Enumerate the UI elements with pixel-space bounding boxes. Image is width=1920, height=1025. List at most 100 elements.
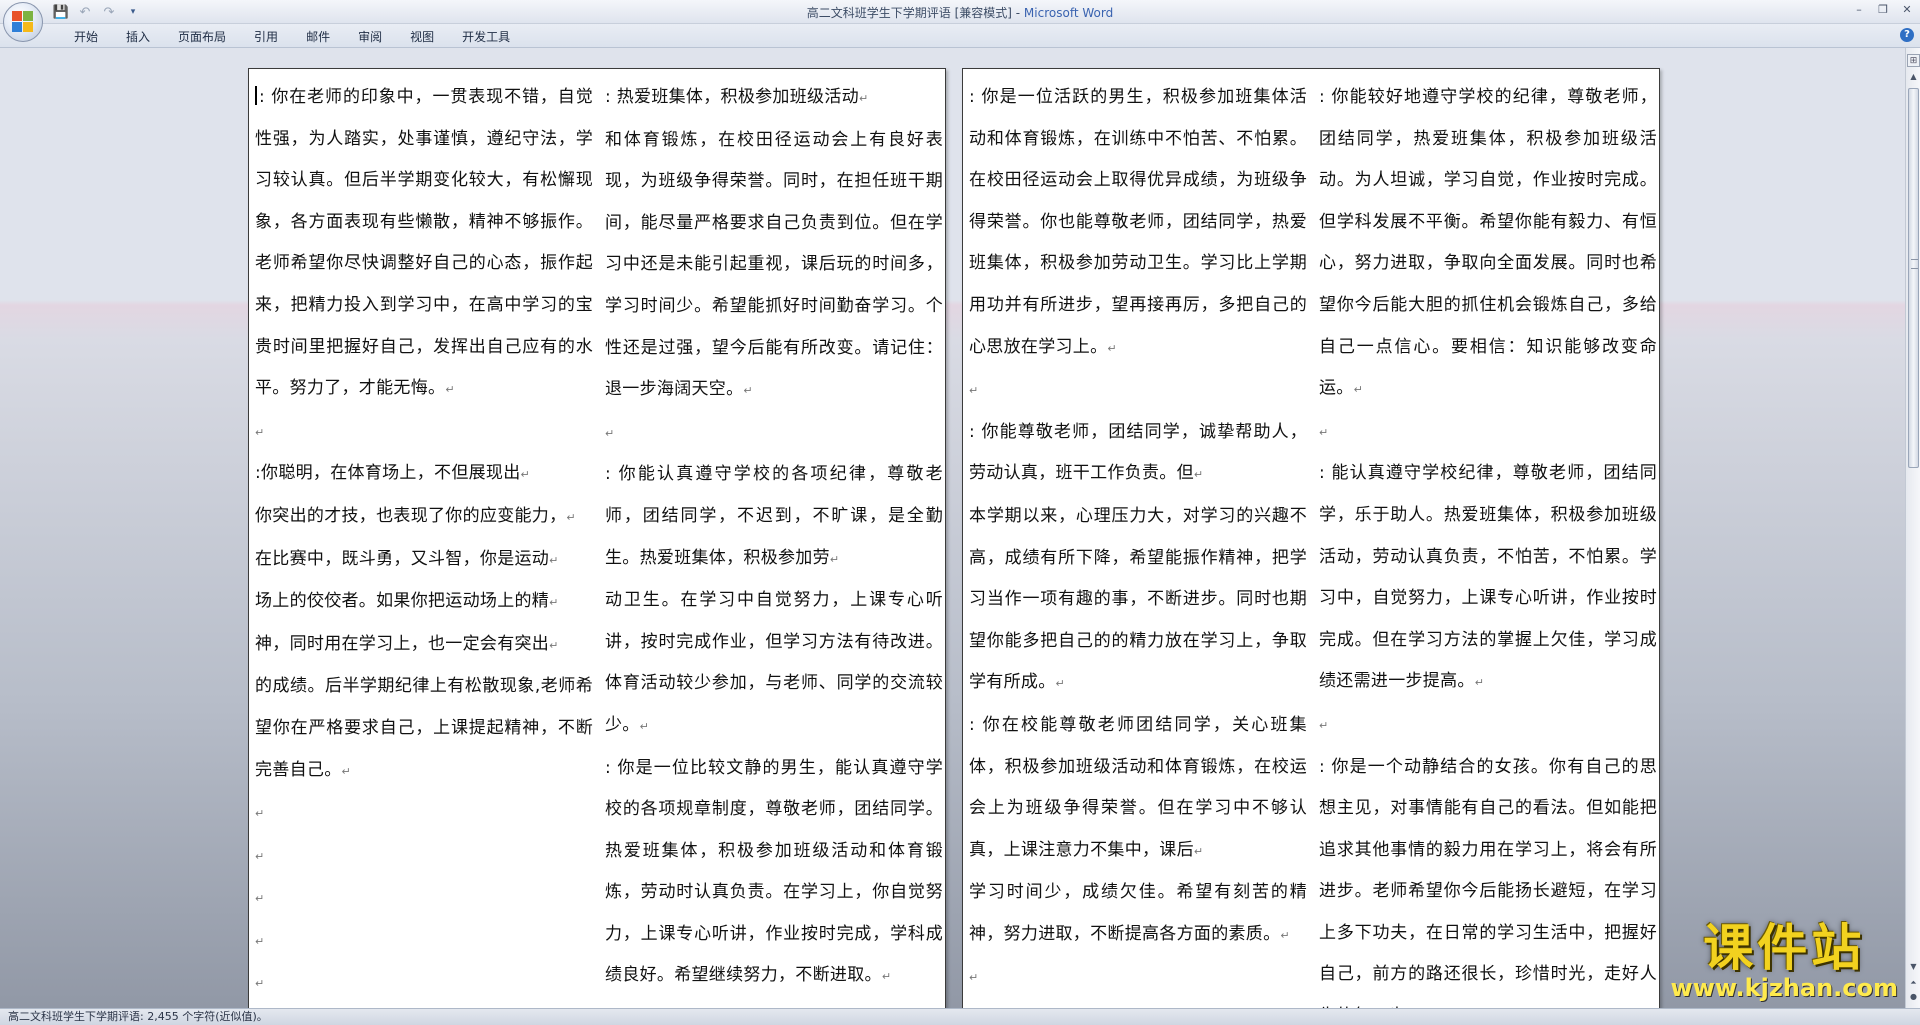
tab-home[interactable]: 开始 — [60, 28, 112, 46]
paragraph[interactable]: : 能认真遵守学校纪律，尊敬老师，团结同学，乐于助人。热爱班集体，积极参加班级活… — [1319, 453, 1657, 704]
paragraph[interactable]: :你聪明，在体育场上，不但展现出↵ — [255, 453, 593, 496]
paragraph-mark-icon: ↵ — [1193, 844, 1204, 858]
page1-column-1[interactable]: : 你在老师的印象中，一贯表现不错，自觉性强，为人踏实，处事谨慎，遵纪守法，学习… — [255, 77, 593, 1005]
previous-page-icon[interactable]: ⏶ — [1907, 976, 1920, 990]
paragraph-mark-icon: ↵ — [255, 807, 265, 821]
paragraph[interactable]: ↵ — [255, 835, 593, 878]
minimize-button[interactable]: – — [1850, 2, 1868, 18]
ribbon-tabs: 开始 插入 页面布局 引用 邮件 审阅 视图 开发工具 — [60, 28, 524, 46]
paragraph[interactable]: : 你能较好地遵守学校的纪律，尊敬老师，团结同学，热爱班集体，积极参加班级活动。… — [1319, 77, 1657, 411]
document-page-1[interactable]: : 你在老师的印象中，一贯表现不错，自觉性强，为人踏实，处事谨慎，遵纪守法，学习… — [248, 68, 946, 1008]
paragraph[interactable]: ↵ — [255, 411, 593, 454]
tab-insert[interactable]: 插入 — [112, 28, 164, 46]
paragraph-mark-icon: ↵ — [255, 425, 265, 439]
help-icon[interactable]: ? — [1900, 28, 1914, 42]
paragraph-text: 本学期以来，心理压力大，对学习的兴趣不高，成绩有所下降，希望能振作精神，把学习当… — [969, 505, 1307, 693]
paragraph[interactable]: 和体育锻炼，在校田径运动会上有良好表现，为班级争得荣誉。同时，在担任班干期间，能… — [605, 120, 943, 412]
paragraph-text: 在比赛中，既斗勇，又斗智，你是运动 — [255, 548, 550, 569]
close-button[interactable]: ✕ — [1898, 2, 1916, 18]
tab-page-layout[interactable]: 页面布局 — [164, 28, 240, 46]
paragraph[interactable]: 神，同时用在学习上，也一定会有突出↵ — [255, 624, 593, 667]
office-button[interactable] — [3, 2, 43, 42]
tab-references[interactable]: 引用 — [240, 28, 292, 46]
window-title: 高二文科班学生下学期评语 [兼容模式] - Microsoft Word — [0, 4, 1920, 21]
paragraph[interactable]: ↵ — [255, 877, 593, 920]
paragraph[interactable]: ↵ — [1319, 704, 1657, 747]
paragraph[interactable]: 的成绩。后半学期纪律上有松散现象,老师希望你在严格要求自己，上课提起精神，不断完… — [255, 666, 593, 792]
paragraph-mark-icon: ↵ — [1319, 718, 1329, 732]
paragraph[interactable]: ↵ — [1319, 411, 1657, 454]
paragraph[interactable]: ↵ — [255, 920, 593, 963]
paragraph-text: : 热爱班集体，积极参加班级活动 — [605, 87, 859, 107]
paragraph[interactable]: 场上的佼佼者。如果你把运动场上的精↵ — [255, 581, 593, 624]
paragraph[interactable]: 动卫生。在学习中自觉努力，上课专心听讲，按时完成作业，但学习方法有待改进。体育活… — [605, 580, 943, 747]
paragraph-text: : 你在校能尊敬老师团结同学，关心班集体，积极参加班级活动和体育锻炼，在校运会上… — [969, 714, 1307, 860]
tab-view[interactable]: 视图 — [396, 28, 448, 46]
paragraph-mark-icon: ↵ — [566, 510, 576, 524]
paragraph-text: : 你是一位比较文静的男生，能认真遵守学校的各项规章制度，尊敬老师，团结同学。热… — [605, 757, 943, 986]
scroll-up-icon[interactable]: ▲ — [1907, 70, 1920, 84]
paragraph-mark-icon: ↵ — [341, 764, 352, 778]
paragraph[interactable]: 本学期以来，心理压力大，对学习的兴趣不高，成绩有所下降，希望能振作精神，把学习当… — [969, 496, 1307, 705]
paragraph[interactable]: : 你在校能尊敬老师团结同学，关心班集体，积极参加班级活动和体育锻炼，在校运会上… — [969, 705, 1307, 872]
paragraph-text: 场上的佼佼者。如果你把运动场上的精 — [255, 591, 550, 612]
paragraph-text: : 你是一位活跃的男生，积极参加班集体活动和体育锻炼，在训练中不怕苦、不怕累。在… — [969, 87, 1307, 357]
tab-mailings[interactable]: 邮件 — [292, 28, 344, 46]
browse-object-icon[interactable]: ● — [1907, 990, 1920, 1004]
page2-column-1[interactable]: : 你是一位活跃的男生，积极参加班集体活动和体育锻炼，在训练中不怕苦、不怕累。在… — [969, 77, 1307, 999]
paragraph-text: : 能认真遵守学校纪律，尊敬老师，团结同学，乐于助人。热爱班集体，积极参加班级活… — [1319, 463, 1657, 692]
paragraph-mark-icon: ↵ — [1055, 677, 1066, 691]
site-watermark: 课件站 www.kjzhan.com — [1671, 921, 1898, 1001]
restore-button[interactable]: ❐ — [1874, 2, 1892, 18]
paragraph[interactable]: ↵ — [969, 369, 1307, 412]
paragraph-mark-icon: ↵ — [969, 384, 979, 398]
paragraph-text: 和体育锻炼，在校田径运动会上有良好表现，为班级争得荣誉。同时，在担任班干期间，能… — [605, 129, 943, 400]
paragraph[interactable]: ↵ — [255, 962, 593, 1005]
paragraph[interactable]: : 热爱班集体，积极参加班级活动↵ — [605, 77, 943, 120]
tab-review[interactable]: 审阅 — [344, 28, 396, 46]
vertical-scrollbar[interactable]: ⊞ ▲ ▼ ⏶ ● — [1905, 48, 1920, 1008]
paragraph[interactable]: : 你是一位活跃的男生，积极参加班集体活动和体育锻炼，在训练中不怕苦、不怕累。在… — [969, 77, 1307, 369]
paragraph-mark-icon: ↵ — [1474, 676, 1485, 690]
paragraph[interactable]: 在比赛中，既斗勇，又斗智，你是运动↵ — [255, 539, 593, 582]
paragraph[interactable]: : 你能尊敬老师，团结同学，诚挚帮助人，劳动认真，班干工作负责。但↵ — [969, 412, 1307, 496]
document-page-2[interactable]: : 你是一位活跃的男生，积极参加班集体活动和体育锻炼，在训练中不怕苦、不怕累。在… — [962, 68, 1660, 1008]
office-logo-icon — [12, 11, 34, 33]
page2-column-2[interactable]: : 你能较好地遵守学校的纪律，尊敬老师，团结同学，热爱班集体，积极参加班级活动。… — [1319, 77, 1657, 1008]
paragraph-mark-icon: ↵ — [255, 892, 265, 906]
paragraph-text: 动卫生。在学习中自觉努力，上课专心听讲，按时完成作业，但学习方法有待改进。体育活… — [605, 590, 943, 735]
paragraph-mark-icon: ↵ — [1353, 383, 1364, 397]
paragraph-text: : 你能尊敬老师，团结同学，诚挚帮助人，劳动认真，班干工作负责。但 — [969, 421, 1307, 484]
paragraph[interactable]: : 你是一个动静结合的女孩。你有自己的思想主见，对事情能有自己的看法。但如能把追… — [1319, 747, 1657, 1009]
paragraph[interactable]: ↵ — [255, 792, 593, 835]
scroll-down-icon[interactable]: ▼ — [1907, 960, 1920, 974]
paragraph[interactable]: 学习时间少，成绩欠佳。希望有刻苦的精神，努力进取，不断提高各方面的素质。↵ — [969, 872, 1307, 956]
window-controls: – ❐ ✕ — [1850, 2, 1916, 18]
paragraph[interactable]: ↵ — [605, 412, 943, 455]
ribbon: 开始 插入 页面布局 引用 邮件 审阅 视图 开发工具 ? — [0, 24, 1920, 48]
paragraph-mark-icon: ↵ — [1280, 928, 1290, 942]
paragraph-mark-icon: ↵ — [829, 552, 840, 566]
paragraph-mark-icon: ↵ — [549, 553, 559, 567]
paragraph-text: 学习时间少，成绩欠佳。希望有刻苦的精神，努力进取，不断提高各方面的素质。 — [969, 882, 1307, 944]
page1-column-2[interactable]: : 热爱班集体，积极参加班级活动↵ 和体育锻炼，在校田径运动会上有良好表现，为班级… — [605, 77, 943, 998]
paragraph-mark-icon: ↵ — [1107, 341, 1117, 355]
paragraph-mark-icon: ↵ — [549, 596, 559, 610]
scrollbar-thumb[interactable] — [1908, 88, 1919, 468]
paragraph-text: : 你在老师的印象中，一贯表现不错，自觉性强，为人踏实，处事谨慎，遵纪守法，学习… — [255, 87, 593, 399]
paragraph-text: 你突出的才技，也表现了你的应变能力， — [255, 505, 567, 526]
document-workspace[interactable]: : 你在老师的印象中，一贯表现不错，自觉性强，为人踏实，处事谨慎，遵纪守法，学习… — [0, 48, 1910, 1008]
paragraph[interactable]: ↵ — [969, 956, 1307, 999]
ruler-toggle-icon[interactable]: ⊞ — [1907, 54, 1920, 67]
paragraph-mark-icon: ↵ — [881, 970, 892, 984]
paragraph[interactable]: : 你是一位比较文静的男生，能认真遵守学校的各项规章制度，尊敬老师，团结同学。热… — [605, 748, 943, 999]
tab-developer[interactable]: 开发工具 — [448, 28, 524, 46]
paragraph[interactable]: : 你在老师的印象中，一贯表现不错，自觉性强，为人踏实，处事谨慎，遵纪守法，学习… — [255, 77, 593, 411]
paragraph-mark-icon: ↵ — [445, 383, 455, 397]
paragraph-mark-icon: ↵ — [639, 719, 650, 733]
paragraph[interactable]: : 你能认真遵守学校的各项纪律，尊敬老师，团结同学，不迟到，不旷课，是全勤生。热… — [605, 454, 943, 580]
paragraph-text: : 你能认真遵守学校的各项纪律，尊敬老师，团结同学，不迟到，不旷课，是全勤生。热… — [605, 464, 943, 568]
paragraph[interactable]: 你突出的才技，也表现了你的应变能力，↵ — [255, 496, 593, 539]
paragraph-mark-icon: ↵ — [969, 971, 979, 985]
paragraph-mark-icon: ↵ — [1193, 468, 1204, 482]
